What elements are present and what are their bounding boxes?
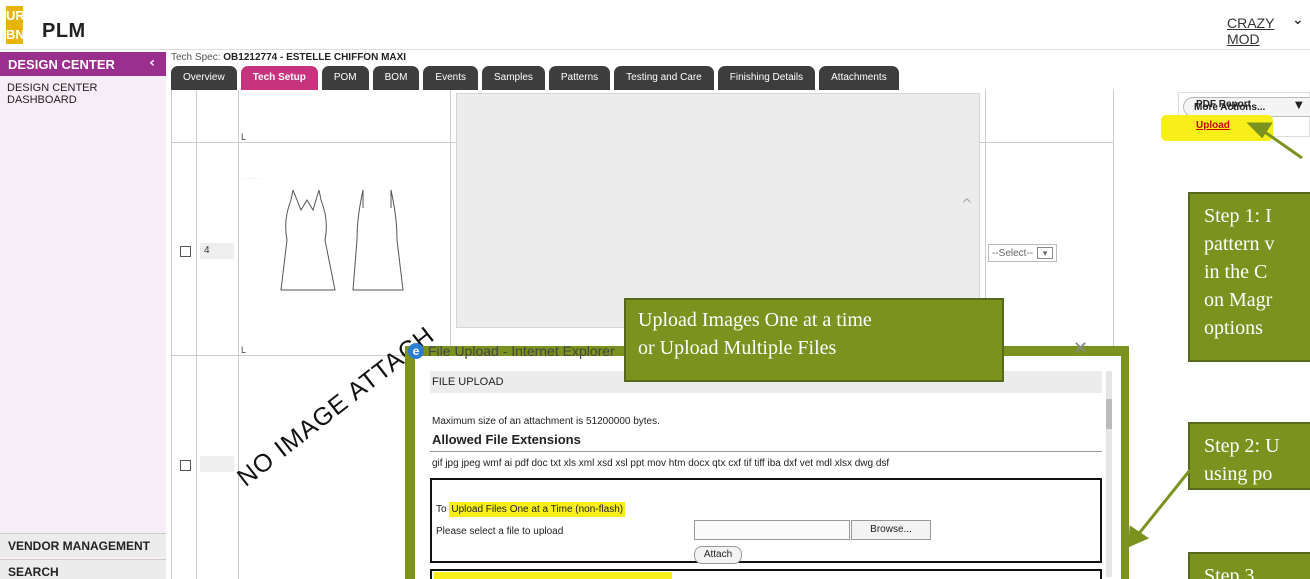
arrow-head (1128, 525, 1150, 548)
arrow-to-dialog (1135, 469, 1192, 537)
app-root: UR BN PLM CRAZY MOD ⌄ DESIGN CENTER ‹ DE… (0, 0, 1310, 579)
annotation-arrows (1128, 122, 1303, 548)
arrow-to-upload (1261, 128, 1303, 160)
